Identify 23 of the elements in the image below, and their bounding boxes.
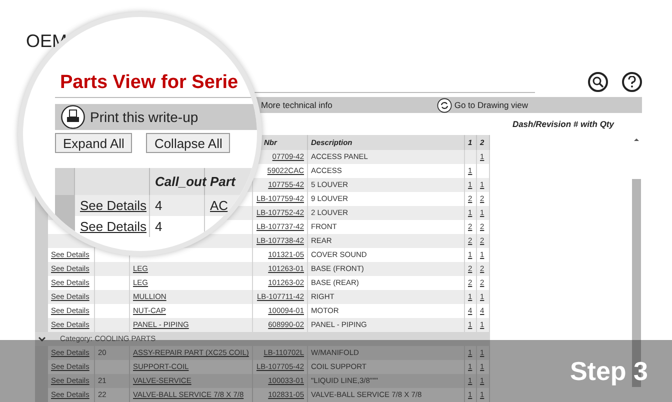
- row-gutter: [55, 195, 75, 216]
- table-cell-text: 4: [155, 218, 162, 236]
- step-label: Step 3: [570, 354, 648, 388]
- info-link[interactable]: More technical info: [261, 98, 332, 112]
- refresh-icon[interactable]: [437, 98, 452, 112]
- search-icon[interactable]: [588, 72, 608, 92]
- page-title: Parts View for Serie: [60, 70, 238, 95]
- qty-heading: Dash/Revision # with Qty: [512, 118, 614, 130]
- table-cell-text: 4: [155, 196, 162, 215]
- row-gutter: [55, 168, 75, 195]
- printer-icon[interactable]: [61, 105, 85, 129]
- row-gutter: [35, 318, 48, 332]
- column-header: Call_out: [155, 172, 206, 191]
- toggle-button[interactable]: Collapse All: [146, 133, 230, 153]
- drawing-link[interactable]: Go to Drawing view: [452, 98, 528, 112]
- details-link[interactable]: See Details: [80, 196, 146, 216]
- table-link[interactable]: AC: [210, 196, 228, 216]
- row-gutter: [35, 388, 48, 402]
- print-link[interactable]: Print this write-up: [90, 106, 198, 128]
- column-header: Part: [210, 172, 236, 191]
- details-link[interactable]: See Details: [80, 216, 146, 236]
- help-icon[interactable]: [622, 72, 642, 92]
- toggle-button[interactable]: Expand All: [55, 133, 132, 153]
